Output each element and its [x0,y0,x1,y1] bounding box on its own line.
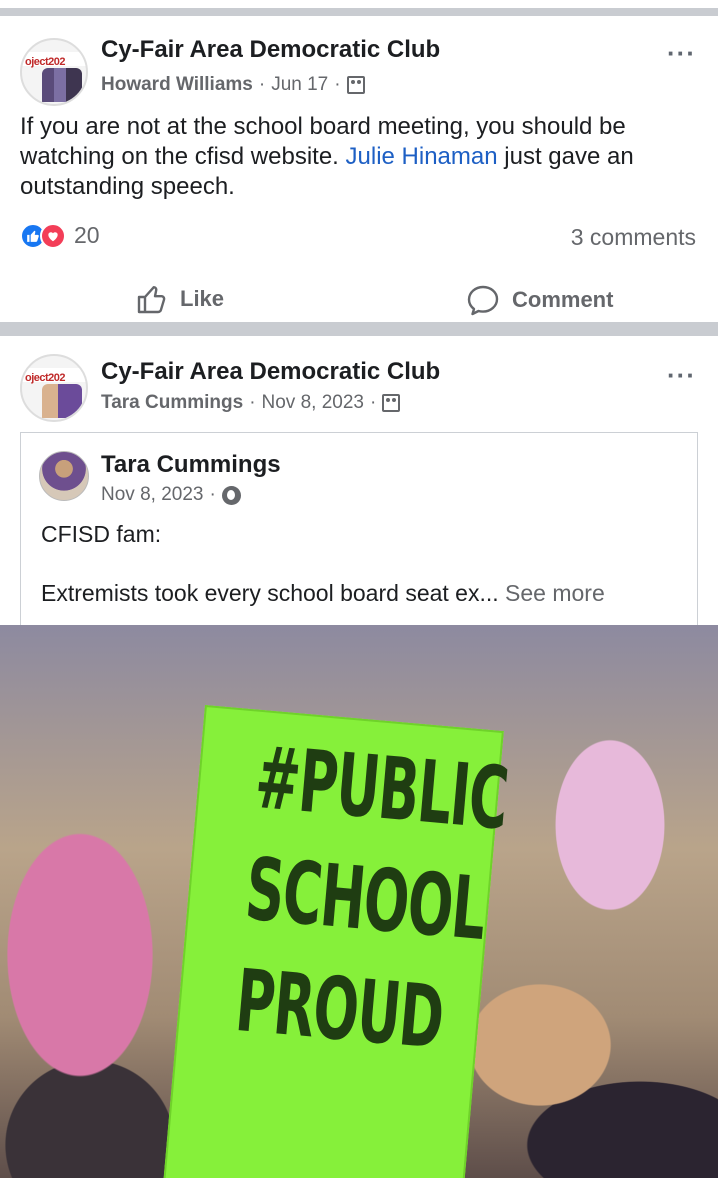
more-horizontal-icon[interactable]: ··· [667,40,696,66]
avatar-logo-text: oject202 [25,56,66,68]
protest-sign: #PUBLIC SCHOOL PROUD [163,705,512,1178]
post-stats: 20 3 comments [0,202,718,272]
post-actions: Like Comment [0,272,718,332]
see-more-link[interactable]: See more [505,580,605,606]
mention-link[interactable]: Julie Hinaman [346,143,498,170]
comment-button[interactable]: Comment [466,284,613,316]
love-reaction-icon [40,222,66,249]
avatar-logo-text: oject202 [25,372,66,384]
post-header: oject202 Cy-Fair Area Democratic Club Ho… [0,16,718,106]
post-meta: Tara Cummings · Nov 8, 2023 · [101,392,401,414]
comment-bubble-icon [467,285,499,316]
group-name[interactable]: Cy-Fair Area Democratic Club [101,36,440,64]
sign-text-line: PROUD [231,951,447,1069]
group-icon [382,394,401,412]
group-avatar[interactable]: oject202 [20,38,88,106]
post-header: oject202 Cy-Fair Area Democratic Club Ta… [0,336,718,432]
post-photo[interactable]: #PUBLIC SCHOOL PROUD [0,625,718,1178]
post-meta: Howard Williams · Jun 17 · [101,74,365,96]
group-avatar[interactable]: oject202 [20,354,88,422]
shared-author[interactable]: Tara Cummings [101,451,281,479]
globe-icon [221,485,241,505]
more-horizontal-icon[interactable]: ··· [667,362,696,388]
avatar-photo [42,384,82,418]
sign-text-line: SCHOOL [241,839,489,960]
shared-author-avatar[interactable] [39,451,89,501]
like-label: Like [180,286,225,311]
feed-divider [0,0,718,16]
shared-meta: Nov 8, 2023 · [101,484,241,506]
reaction-count: 20 [74,222,100,248]
reactions[interactable]: 20 [20,222,100,249]
post-date[interactable]: Nov 8, 2023 [262,392,364,414]
post-author[interactable]: Tara Cummings [101,392,243,414]
group-name[interactable]: Cy-Fair Area Democratic Club [101,358,440,386]
shared-date[interactable]: Nov 8, 2023 [101,484,203,506]
comment-label: Comment [512,287,614,312]
group-icon [346,76,365,94]
avatar-photo [42,68,82,102]
feed: oject202 Cy-Fair Area Democratic Club Ho… [0,0,718,1178]
post-card: oject202 Cy-Fair Area Democratic Club Ho… [0,16,718,322]
shared-text-line: Extremists took every school board seat … [41,580,605,606]
post-author[interactable]: Howard Williams [101,74,253,96]
like-button[interactable]: Like [136,284,224,314]
post-date[interactable]: Jun 17 [271,74,328,96]
shared-text-line: CFISD fam: [41,521,162,547]
sign-text-line: #PUBLIC [251,727,512,850]
shared-post[interactable]: Tara Cummings Nov 8, 2023 · CFISD fam: E… [20,432,698,625]
post-card: oject202 Cy-Fair Area Democratic Club Ta… [0,336,718,1178]
comments-count[interactable]: 3 comments [571,224,696,251]
post-text: If you are not at the school board meeti… [20,113,634,200]
thumbs-up-icon [137,286,166,314]
